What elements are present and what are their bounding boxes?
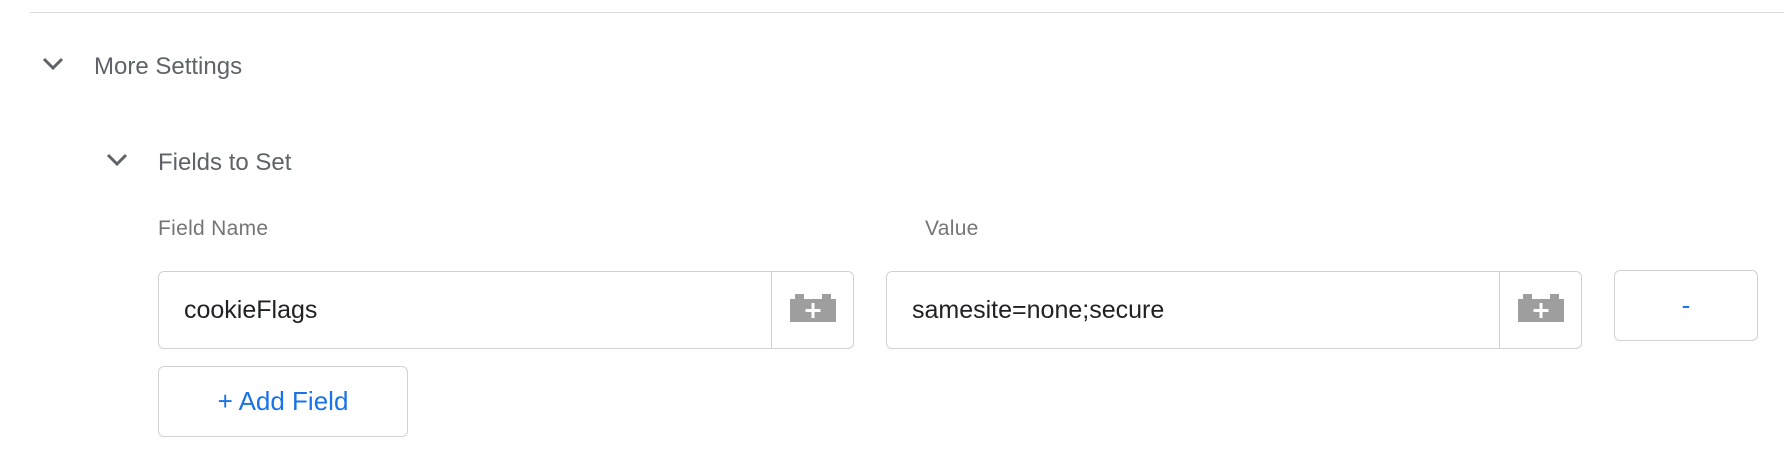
field-name-column-label: Field Name (158, 217, 269, 240)
value-input-value[interactable]: samesite=none;secure (912, 272, 1164, 348)
top-divider (30, 12, 1784, 13)
field-name-variable-button[interactable] (771, 272, 853, 348)
value-column-label: Value (925, 217, 979, 240)
variable-picker-icon (1517, 293, 1564, 327)
more-settings-title[interactable]: More Settings (94, 52, 242, 82)
variable-picker-icon (789, 293, 836, 327)
field-name-input-value[interactable]: cookieFlags (184, 272, 317, 348)
field-name-input[interactable]: cookieFlags (158, 271, 854, 349)
value-variable-button[interactable] (1499, 272, 1581, 348)
add-field-button[interactable]: + Add Field (158, 366, 408, 437)
chevron-down-icon[interactable] (106, 153, 128, 167)
remove-row-button[interactable]: - (1614, 270, 1758, 341)
fields-to-set-title[interactable]: Fields to Set (158, 148, 291, 178)
chevron-down-icon[interactable] (42, 57, 64, 71)
value-input[interactable]: samesite=none;secure (886, 271, 1582, 349)
